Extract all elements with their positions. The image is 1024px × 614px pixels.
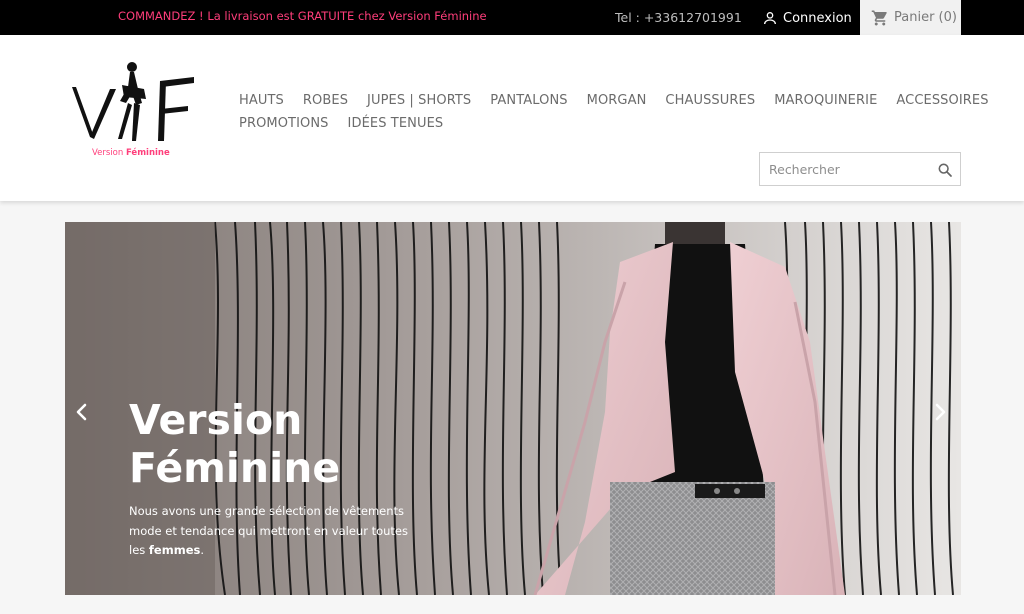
main-nav: HAUTS ROBES JUPES | SHORTS PANTALONS MOR… (239, 89, 988, 135)
nav-item-morgan[interactable]: MORGAN (587, 93, 647, 108)
hero-title: Version Féminine (129, 396, 449, 492)
nav-item-hauts[interactable]: HAUTS (239, 93, 284, 108)
search-input[interactable] (760, 153, 930, 185)
nav-item-pantalons[interactable]: PANTALONS (490, 93, 567, 108)
logo-tagline: Version Féminine (92, 148, 170, 158)
chevron-left-icon[interactable] (73, 402, 91, 422)
cart-label: Panier (0) (894, 10, 957, 25)
hero-desc-end: . (200, 543, 204, 557)
site-header: Version Féminine HAUTS ROBES JUPES | SHO… (0, 35, 1024, 201)
nav-row-1: HAUTS ROBES JUPES | SHORTS PANTALONS MOR… (239, 89, 988, 112)
nav-item-robes[interactable]: ROBES (303, 93, 348, 108)
top-bar: COMMANDEZ ! La livraison est GRATUITE ch… (0, 0, 1024, 35)
hero-desc-bold: femmes (148, 543, 201, 557)
search-icon[interactable] (937, 162, 953, 178)
login-link[interactable]: Connexion (762, 8, 852, 28)
shopping-cart-icon (871, 10, 887, 25)
nav-row-2: PROMOTIONS IDÉES TENUES (239, 112, 969, 135)
logo-tag-feminine: Féminine (125, 148, 170, 158)
nav-item-idees-tenues[interactable]: IDÉES TENUES (348, 116, 444, 131)
hero-title-line-1: Version (129, 396, 303, 444)
login-label: Connexion (783, 10, 852, 26)
nav-item-jupes-shorts[interactable]: JUPES | SHORTS (367, 93, 471, 108)
promo-banner-text[interactable]: COMMANDEZ ! La livraison est GRATUITE ch… (118, 9, 487, 23)
nav-item-chaussures[interactable]: CHAUSSURES (665, 93, 755, 108)
nav-item-maroquinerie[interactable]: MAROQUINERIE (774, 93, 877, 108)
cart-button[interactable]: Panier (0) (860, 0, 961, 35)
hero-title-line-2: Féminine (129, 444, 341, 492)
user-icon (764, 12, 776, 25)
logo-mark (66, 62, 194, 141)
nav-item-accessoires[interactable]: ACCESSOIRES (896, 93, 988, 108)
phone-number: Tel : +33612701991 (615, 10, 742, 25)
site-logo[interactable]: Version Féminine (64, 59, 196, 163)
logo-tag-version: Version (92, 148, 124, 158)
hero-carousel: Version Féminine Nous avons une grande s… (65, 222, 961, 595)
chevron-right-icon[interactable] (931, 402, 949, 422)
hero-description: Nous avons une grande sélection de vêtem… (129, 502, 419, 561)
nav-item-promotions[interactable]: PROMOTIONS (239, 116, 329, 131)
search-box (759, 152, 961, 186)
